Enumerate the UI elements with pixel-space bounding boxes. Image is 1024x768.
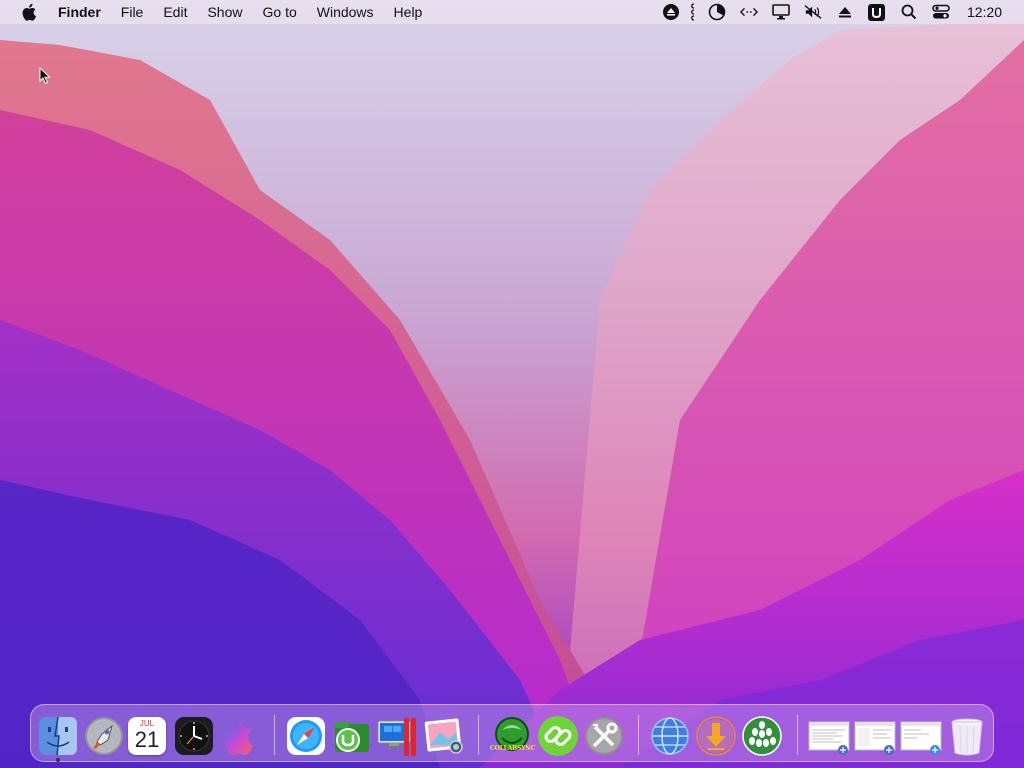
dock-divider	[478, 715, 479, 755]
minimized-window-thumbnail[interactable]	[853, 714, 897, 758]
downloader-app-icon[interactable]	[694, 714, 738, 758]
collabsync-label: COLLABSYNC	[490, 745, 536, 752]
disk-usage-icon[interactable]	[708, 3, 726, 21]
status-area: 12:20	[655, 0, 1024, 24]
clock-app-icon[interactable]	[172, 714, 216, 758]
siri-app-icon[interactable]	[218, 714, 262, 758]
calendar-app-icon[interactable]: JUL 21	[128, 717, 166, 755]
system-tools-app-icon[interactable]	[582, 714, 626, 758]
utorrent-app-icon[interactable]	[330, 714, 374, 758]
mouse-pointer-icon	[39, 67, 51, 85]
finder-running-indicator	[56, 758, 60, 762]
preview-app-icon[interactable]	[422, 714, 466, 758]
code-icon[interactable]	[739, 3, 758, 21]
control-center-icon[interactable]	[932, 3, 950, 21]
u-app-icon[interactable]	[868, 3, 886, 21]
link-manager-app-icon[interactable]	[536, 714, 580, 758]
search-icon[interactable]	[900, 3, 918, 21]
parallels-app-icon[interactable]	[376, 714, 420, 758]
mute-icon[interactable]	[804, 3, 822, 21]
pod-manager-app-icon[interactable]	[740, 714, 784, 758]
menu-show[interactable]: Show	[207, 4, 242, 20]
desktop-wallpaper	[0, 0, 1024, 768]
menu-file[interactable]: File	[121, 4, 144, 20]
collabsync-app-icon[interactable]: COLLABSYNC	[490, 714, 536, 758]
menu-bar: Finder File Edit Show Go to Windows Help	[0, 0, 1024, 24]
menu-clock[interactable]: 12:20	[967, 4, 1002, 20]
trash-icon[interactable]	[945, 714, 989, 758]
apple-menu-icon[interactable]	[22, 3, 38, 21]
safari-app-icon[interactable]	[284, 714, 328, 758]
dock-divider	[797, 715, 798, 755]
menu-windows[interactable]: Windows	[317, 4, 374, 20]
menu-help[interactable]: Help	[394, 4, 423, 20]
network-monitor-icon[interactable]	[689, 3, 699, 21]
menu-go-to[interactable]: Go to	[263, 4, 297, 20]
menu-app-finder[interactable]: Finder	[58, 4, 101, 20]
dock: JUL 21 COLLABSYNC	[30, 704, 994, 762]
upload-icon[interactable]	[836, 3, 854, 21]
launchpad-app-icon[interactable]	[82, 714, 126, 758]
finder-app-icon[interactable]	[36, 714, 80, 758]
dock-divider	[274, 715, 275, 755]
minimized-window-thumbnail[interactable]	[807, 714, 851, 758]
display-icon[interactable]	[772, 3, 790, 21]
eject-icon[interactable]	[662, 3, 680, 21]
minimized-window-thumbnail[interactable]	[899, 714, 943, 758]
dock-divider	[638, 715, 639, 755]
menu-edit[interactable]: Edit	[163, 4, 187, 20]
calendar-day: 21	[134, 727, 160, 752]
network-utility-app-icon[interactable]	[648, 714, 692, 758]
